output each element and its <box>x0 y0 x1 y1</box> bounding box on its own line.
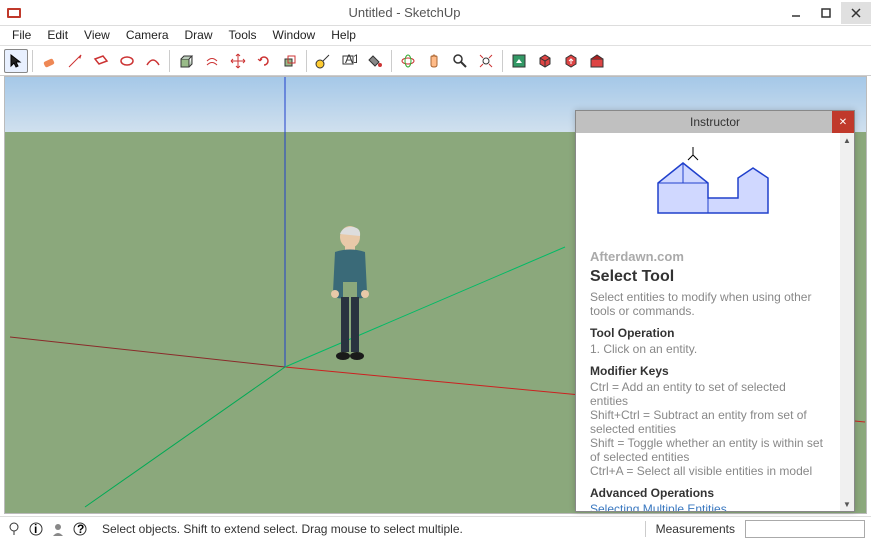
scroll-down-icon[interactable]: ▼ <box>840 497 854 511</box>
user-icon[interactable] <box>50 521 66 537</box>
tool-description: Select entities to modify when using oth… <box>590 290 826 318</box>
arc-tool-icon[interactable] <box>141 49 165 73</box>
toolbar: A1 <box>0 46 871 76</box>
instructor-close-button[interactable]: ✕ <box>832 111 854 133</box>
measurements-label: Measurements <box>652 522 739 536</box>
menu-file[interactable]: File <box>4 26 39 45</box>
minimize-button[interactable] <box>781 2 811 24</box>
menu-tools[interactable]: Tools <box>221 26 265 45</box>
pan-tool-icon[interactable] <box>422 49 446 73</box>
eraser-tool-icon[interactable] <box>37 49 61 73</box>
toolbar-separator <box>306 50 307 72</box>
menu-camera[interactable]: Camera <box>118 26 177 45</box>
menu-window[interactable]: Window <box>265 26 324 45</box>
modifier-key-line: Ctrl = Add an entity to set of selected … <box>590 380 826 408</box>
modifier-key-line: Shift+Ctrl = Subtract an entity from set… <box>590 408 826 436</box>
advanced-operations-link[interactable]: Selecting Multiple Entities <box>590 502 826 511</box>
instructor-title[interactable]: Instructor <box>576 111 854 133</box>
status-separator <box>645 521 646 537</box>
tool-operation-step: 1. Click on an entity. <box>590 342 826 356</box>
scale-figure <box>315 222 385 372</box>
scroll-up-icon[interactable]: ▲ <box>840 133 854 147</box>
line-tool-icon[interactable] <box>63 49 87 73</box>
modifier-keys-heading: Modifier Keys <box>590 364 826 378</box>
svg-text:i: i <box>34 522 37 536</box>
instructor-illustration <box>628 143 788 243</box>
close-button[interactable] <box>841 2 871 24</box>
select-tool-icon[interactable] <box>4 49 28 73</box>
app-icon <box>6 5 22 21</box>
rotate-tool-icon[interactable] <box>252 49 276 73</box>
zoom-tool-icon[interactable] <box>448 49 472 73</box>
toolbar-separator <box>169 50 170 72</box>
tool-name-heading: Select Tool <box>590 268 826 286</box>
help-icon[interactable]: ? <box>72 521 88 537</box>
rectangle-tool-icon[interactable] <box>89 49 113 73</box>
watermark-text: Afterdawn.com <box>590 249 826 264</box>
move-tool-icon[interactable] <box>226 49 250 73</box>
modifier-key-line: Shift = Toggle whether an entity is with… <box>590 436 826 464</box>
window-title: Untitled - SketchUp <box>28 5 781 20</box>
modifier-key-line: Ctrl+A = Select all visible entities in … <box>590 464 826 478</box>
menu-help[interactable]: Help <box>323 26 364 45</box>
measurements-input[interactable] <box>745 520 865 538</box>
maximize-button[interactable] <box>811 2 841 24</box>
extension-warehouse-icon[interactable] <box>585 49 609 73</box>
component-icon[interactable] <box>533 49 557 73</box>
instructor-scrollbar[interactable]: ▲ ▼ <box>840 133 854 511</box>
share-model-icon[interactable] <box>559 49 583 73</box>
geo-icon[interactable] <box>6 521 22 537</box>
zoom-extents-tool-icon[interactable] <box>474 49 498 73</box>
status-bar: i ? Select objects. Shift to extend sele… <box>0 516 871 540</box>
info-icon[interactable]: i <box>28 521 44 537</box>
menu-draw[interactable]: Draw <box>177 26 221 45</box>
offset-tool-icon[interactable] <box>200 49 224 73</box>
scale-tool-icon[interactable] <box>278 49 302 73</box>
menubar: File Edit View Camera Draw Tools Window … <box>0 26 871 46</box>
tape-measure-tool-icon[interactable] <box>311 49 335 73</box>
instructor-body: Afterdawn.com Select Tool Select entitie… <box>576 133 840 511</box>
svg-text:?: ? <box>77 522 84 536</box>
titlebar: Untitled - SketchUp <box>0 0 871 26</box>
text-tool-icon[interactable]: A1 <box>337 49 361 73</box>
get-models-icon[interactable] <box>507 49 531 73</box>
circle-tool-icon[interactable] <box>115 49 139 73</box>
toolbar-separator <box>502 50 503 72</box>
toolbar-separator <box>32 50 33 72</box>
advanced-operations-heading: Advanced Operations <box>590 486 826 500</box>
menu-edit[interactable]: Edit <box>39 26 76 45</box>
tool-operation-heading: Tool Operation <box>590 326 826 340</box>
pushpull-tool-icon[interactable] <box>174 49 198 73</box>
svg-text:A1: A1 <box>345 53 357 66</box>
status-hint-text: Select objects. Shift to extend select. … <box>102 522 639 536</box>
instructor-panel: Instructor ✕ Afterdawn.com Select Tool S… <box>575 110 855 512</box>
orbit-tool-icon[interactable] <box>396 49 420 73</box>
toolbar-separator <box>391 50 392 72</box>
menu-view[interactable]: View <box>76 26 118 45</box>
paint-bucket-tool-icon[interactable] <box>363 49 387 73</box>
